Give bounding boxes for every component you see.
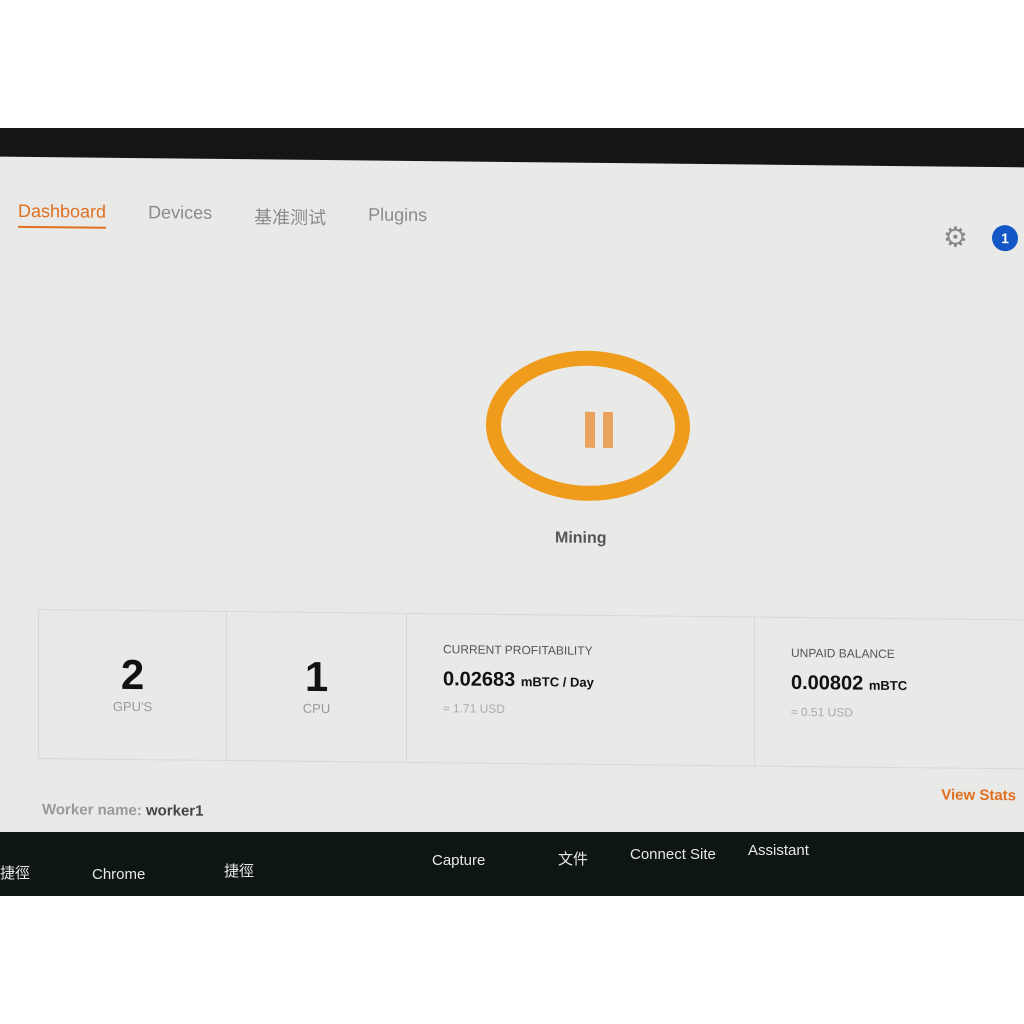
profitability-usd: ≈ 1.71 USD (443, 701, 505, 716)
desktop-shortcut-chrome[interactable]: Chrome (92, 866, 145, 883)
desktop-shortcut[interactable]: 捷徑 (0, 862, 30, 883)
balance-cell: UNPAID BALANCE 0.00802 mBTC ≈ 0.51 USD (755, 618, 1024, 769)
app-window: Dashboard Devices 基准测试 Plugins ⚙ 1 Minin… (0, 156, 1024, 858)
notification-badge[interactable]: 1 (992, 225, 1018, 252)
gear-icon[interactable]: ⚙ (943, 221, 968, 254)
desktop-shortcut-files[interactable]: 文件 (558, 848, 588, 869)
desktop-shortcut-connect-site[interactable]: Connect Site (630, 846, 716, 863)
worker-name: Worker name: worker1 (42, 801, 203, 820)
mining-toggle-button[interactable] (486, 349, 690, 502)
cpu-label: CPU (302, 700, 331, 717)
desktop-shortcut[interactable]: 捷徑 (224, 860, 254, 881)
worker-value: worker1 (145, 802, 204, 820)
profitability-value: 0.02683 (443, 668, 516, 692)
nav-tabs: Dashboard Devices 基准测试 Plugins (18, 200, 427, 232)
pause-icon (585, 411, 613, 449)
worker-label: Worker name: (42, 801, 142, 820)
stats-panel: 2 GPU'S 1 CPU CURRENT PROFITABILITY 0.02… (38, 609, 1024, 770)
desktop-taskbar: 捷徑 Chrome 捷徑 Capture 文件 Connect Site Ass… (0, 832, 1024, 896)
desktop-shortcut-assistant[interactable]: Assistant (748, 842, 809, 859)
tab-plugins[interactable]: Plugins (368, 204, 427, 232)
profitability-title: CURRENT PROFITABILITY (443, 642, 593, 658)
view-stats-link[interactable]: View Stats (941, 786, 1016, 804)
balance-usd: ≈ 0.51 USD (791, 704, 853, 720)
profitability-cell: CURRENT PROFITABILITY 0.02683 mBTC / Day… (407, 613, 755, 766)
gpu-label: GPU'S (112, 698, 153, 715)
profitability-unit: mBTC / Day (520, 674, 594, 690)
balance-unit: mBTC (868, 677, 908, 694)
tab-devices[interactable]: Devices (148, 202, 212, 230)
mining-status: Mining (555, 529, 607, 547)
cpu-count: 1 (304, 652, 329, 701)
gpu-count: 2 (120, 650, 145, 699)
tab-dashboard[interactable]: Dashboard (18, 200, 107, 229)
desktop-shortcut-capture[interactable]: Capture (432, 852, 485, 869)
balance-title: UNPAID BALANCE (791, 645, 895, 662)
cpu-count-cell: 1 CPU (227, 612, 407, 762)
balance-value: 0.00802 (791, 671, 864, 695)
tab-benchmark[interactable]: 基准测试 (254, 203, 326, 231)
gpu-count-cell: 2 GPU'S (39, 610, 227, 761)
